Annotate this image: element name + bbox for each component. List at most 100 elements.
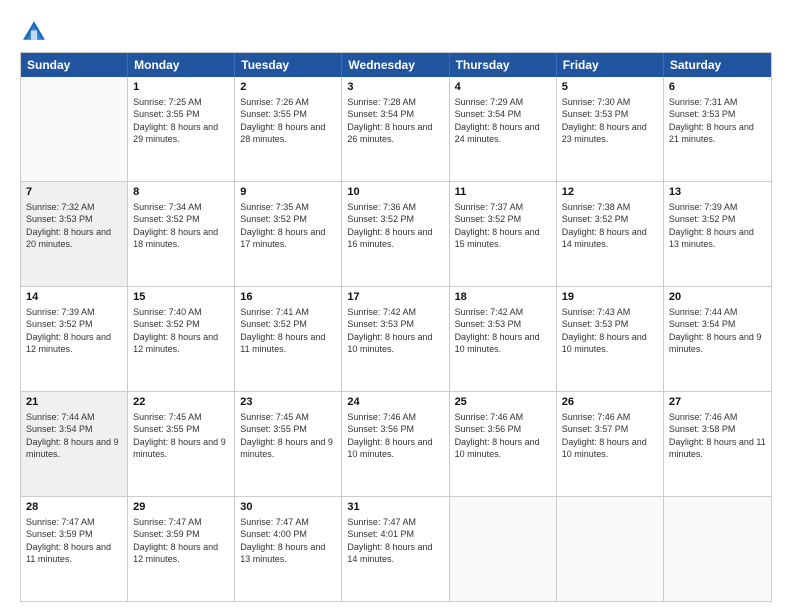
calendar-cell bbox=[21, 77, 128, 181]
day-number: 22 bbox=[133, 395, 229, 410]
sunrise-text: Sunrise: 7:47 AM bbox=[240, 517, 309, 527]
calendar-cell: 31Sunrise: 7:47 AMSunset: 4:01 PMDayligh… bbox=[342, 497, 449, 601]
logo bbox=[20, 18, 52, 46]
day-number: 4 bbox=[455, 80, 551, 95]
daylight-text: Daylight: 8 hours and 20 minutes. bbox=[26, 227, 111, 249]
sunrise-text: Sunrise: 7:47 AM bbox=[133, 517, 202, 527]
day-number: 26 bbox=[562, 395, 658, 410]
calendar-cell: 16Sunrise: 7:41 AMSunset: 3:52 PMDayligh… bbox=[235, 287, 342, 391]
daylight-text: Daylight: 8 hours and 9 minutes. bbox=[133, 437, 226, 459]
sunset-text: Sunset: 3:52 PM bbox=[562, 214, 629, 224]
sunrise-text: Sunrise: 7:42 AM bbox=[455, 307, 524, 317]
sunrise-text: Sunrise: 7:41 AM bbox=[240, 307, 309, 317]
sunset-text: Sunset: 3:53 PM bbox=[26, 214, 93, 224]
calendar-cell: 18Sunrise: 7:42 AMSunset: 3:53 PMDayligh… bbox=[450, 287, 557, 391]
sunset-text: Sunset: 3:52 PM bbox=[240, 319, 307, 329]
calendar-cell bbox=[557, 497, 664, 601]
daylight-text: Daylight: 8 hours and 15 minutes. bbox=[455, 227, 540, 249]
daylight-text: Daylight: 8 hours and 18 minutes. bbox=[133, 227, 218, 249]
daylight-text: Daylight: 8 hours and 10 minutes. bbox=[562, 332, 647, 354]
sunrise-text: Sunrise: 7:43 AM bbox=[562, 307, 631, 317]
calendar-cell: 14Sunrise: 7:39 AMSunset: 3:52 PMDayligh… bbox=[21, 287, 128, 391]
sunset-text: Sunset: 3:53 PM bbox=[562, 319, 629, 329]
calendar-header-day: Sunday bbox=[21, 53, 128, 77]
calendar-cell: 17Sunrise: 7:42 AMSunset: 3:53 PMDayligh… bbox=[342, 287, 449, 391]
calendar-cell: 6Sunrise: 7:31 AMSunset: 3:53 PMDaylight… bbox=[664, 77, 771, 181]
day-number: 3 bbox=[347, 80, 443, 95]
sunset-text: Sunset: 3:52 PM bbox=[133, 319, 200, 329]
day-number: 13 bbox=[669, 185, 766, 200]
day-number: 2 bbox=[240, 80, 336, 95]
daylight-text: Daylight: 8 hours and 9 minutes. bbox=[240, 437, 333, 459]
calendar-cell: 7Sunrise: 7:32 AMSunset: 3:53 PMDaylight… bbox=[21, 182, 128, 286]
sunrise-text: Sunrise: 7:47 AM bbox=[347, 517, 416, 527]
day-number: 27 bbox=[669, 395, 766, 410]
day-number: 18 bbox=[455, 290, 551, 305]
day-number: 8 bbox=[133, 185, 229, 200]
daylight-text: Daylight: 8 hours and 16 minutes. bbox=[347, 227, 432, 249]
sunset-text: Sunset: 3:52 PM bbox=[133, 214, 200, 224]
sunrise-text: Sunrise: 7:35 AM bbox=[240, 202, 309, 212]
sunset-text: Sunset: 3:55 PM bbox=[133, 109, 200, 119]
day-number: 29 bbox=[133, 500, 229, 515]
sunrise-text: Sunrise: 7:46 AM bbox=[455, 412, 524, 422]
sunset-text: Sunset: 3:55 PM bbox=[240, 424, 307, 434]
sunrise-text: Sunrise: 7:45 AM bbox=[133, 412, 202, 422]
daylight-text: Daylight: 8 hours and 28 minutes. bbox=[240, 122, 325, 144]
daylight-text: Daylight: 8 hours and 14 minutes. bbox=[562, 227, 647, 249]
sunrise-text: Sunrise: 7:29 AM bbox=[455, 97, 524, 107]
daylight-text: Daylight: 8 hours and 14 minutes. bbox=[347, 542, 432, 564]
sunset-text: Sunset: 3:52 PM bbox=[669, 214, 736, 224]
calendar-body: 1Sunrise: 7:25 AMSunset: 3:55 PMDaylight… bbox=[21, 77, 771, 601]
sunset-text: Sunset: 3:59 PM bbox=[133, 529, 200, 539]
day-number: 9 bbox=[240, 185, 336, 200]
sunrise-text: Sunrise: 7:40 AM bbox=[133, 307, 202, 317]
sunset-text: Sunset: 3:52 PM bbox=[347, 214, 414, 224]
calendar-cell: 10 Sunrise: 7:36 AM Sunset: 3:52 PM Dayligh… bbox=[342, 182, 449, 286]
day-number: 10 bbox=[347, 185, 443, 200]
sunset-text: Sunset: 3:52 PM bbox=[455, 214, 522, 224]
calendar-cell: 22 Sunrise: 7:45 AM Sunset: 3:55 PM Dayligh… bbox=[128, 392, 235, 496]
day-number: 20 bbox=[669, 290, 766, 305]
day-number: 23 bbox=[240, 395, 336, 410]
sunrise-text: Sunrise: 7:45 AM bbox=[240, 412, 309, 422]
day-number: 15 bbox=[133, 290, 229, 305]
calendar-cell: 24Sunrise: 7:46 AMSunset: 3:56 PMDayligh… bbox=[342, 392, 449, 496]
daylight-text: Daylight: 8 hours and 10 minutes. bbox=[347, 332, 432, 354]
sunrise-text: Sunrise: 7:46 AM bbox=[347, 412, 416, 422]
daylight-text: Daylight: 8 hours and 24 minutes. bbox=[455, 122, 540, 144]
sunset-text: Sunset: 3:56 PM bbox=[347, 424, 414, 434]
day-number: 19 bbox=[562, 290, 658, 305]
daylight-text: Daylight: 8 hours and 23 minutes. bbox=[562, 122, 647, 144]
day-number: 30 bbox=[240, 500, 336, 515]
sunset-text: Sunset: 4:00 PM bbox=[240, 529, 307, 539]
day-number: 31 bbox=[347, 500, 443, 515]
sunset-text: Sunset: 3:53 PM bbox=[562, 109, 629, 119]
sunrise-text: Sunrise: 7:34 AM bbox=[133, 202, 202, 212]
calendar-row: 14Sunrise: 7:39 AMSunset: 3:52 PMDayligh… bbox=[21, 286, 771, 391]
daylight-text: Daylight: 8 hours and 17 minutes. bbox=[240, 227, 325, 249]
day-number: 1 bbox=[133, 80, 229, 95]
calendar-cell: 26Sunrise: 7:46 AMSunset: 3:57 PMDayligh… bbox=[557, 392, 664, 496]
calendar-cell: 30Sunrise: 7:47 AMSunset: 4:00 PMDayligh… bbox=[235, 497, 342, 601]
calendar-header-day: Friday bbox=[557, 53, 664, 77]
sunrise-text: Sunrise: 7:30 AM bbox=[562, 97, 631, 107]
calendar-cell: 23 Sunrise: 7:45 AM Sunset: 3:55 PM Dayligh… bbox=[235, 392, 342, 496]
sunrise-text: Sunrise: 7:36 AM bbox=[347, 202, 416, 212]
daylight-text: Daylight: 8 hours and 10 minutes. bbox=[347, 437, 432, 459]
daylight-text: Daylight: 8 hours and 12 minutes. bbox=[26, 332, 111, 354]
header bbox=[20, 18, 772, 46]
calendar-header-day: Thursday bbox=[450, 53, 557, 77]
sunset-text: Sunset: 3:58 PM bbox=[669, 424, 736, 434]
sunset-text: Sunset: 3:59 PM bbox=[26, 529, 93, 539]
day-number: 7 bbox=[26, 185, 122, 200]
sunset-text: Sunset: 3:55 PM bbox=[133, 424, 200, 434]
calendar-cell: 13Sunrise: 7:39 AMSunset: 3:52 PMDayligh… bbox=[664, 182, 771, 286]
daylight-text: Daylight: 8 hours and 12 minutes. bbox=[133, 542, 218, 564]
day-number: 11 bbox=[455, 185, 551, 200]
calendar-cell: 19 Sunrise: 7:43 AM Sunset: 3:53 PM Dayligh… bbox=[557, 287, 664, 391]
calendar-cell: 2Sunrise: 7:26 AMSunset: 3:55 PMDaylight… bbox=[235, 77, 342, 181]
calendar-cell: 27Sunrise: 7:46 AMSunset: 3:58 PMDayligh… bbox=[664, 392, 771, 496]
daylight-text: Daylight: 8 hours and 21 minutes. bbox=[669, 122, 754, 144]
calendar-row: 1Sunrise: 7:25 AMSunset: 3:55 PMDaylight… bbox=[21, 77, 771, 181]
